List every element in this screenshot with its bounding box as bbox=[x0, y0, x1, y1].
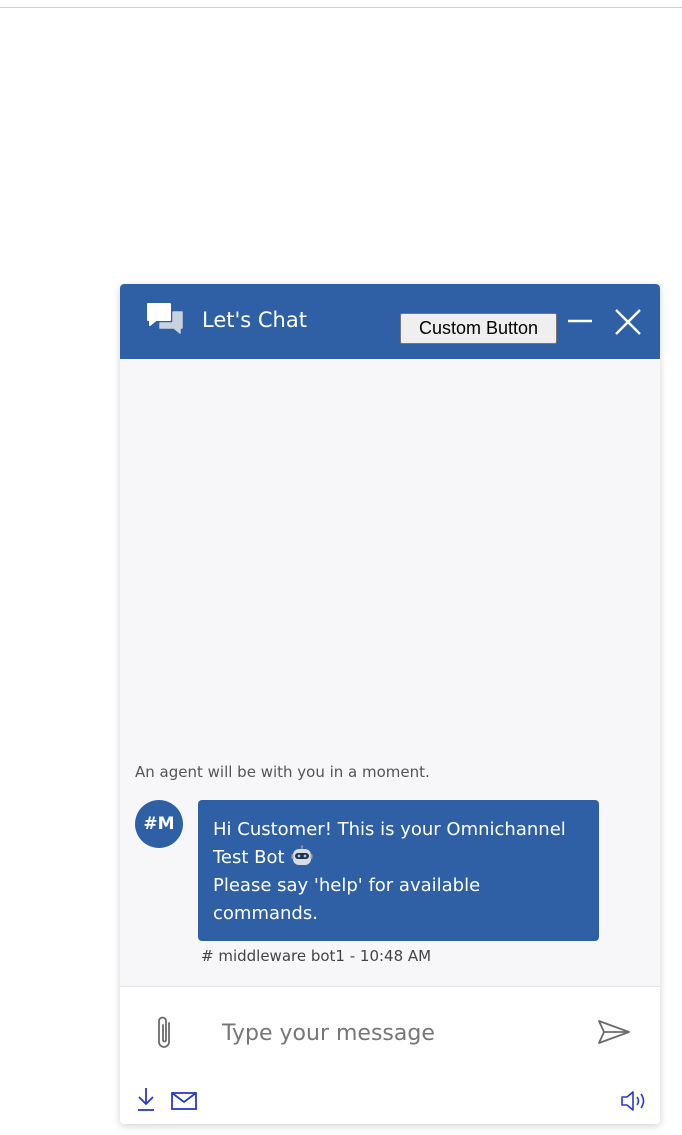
bot-message-bubble: Hi Customer! This is your Omnichannel Te… bbox=[198, 800, 599, 941]
message-line: Please say 'help' for available bbox=[213, 875, 481, 896]
custom-button[interactable]: Custom Button bbox=[400, 313, 557, 344]
chat-bubbles-icon bbox=[147, 303, 183, 334]
message-line-text: Test Bot bbox=[213, 847, 285, 868]
minimize-icon[interactable] bbox=[564, 306, 596, 336]
download-icon[interactable] bbox=[136, 1086, 156, 1112]
send-icon[interactable] bbox=[596, 1017, 632, 1047]
message-line: Hi Customer! This is your Omnichannel bbox=[213, 819, 566, 840]
message-line: Test Bot bbox=[213, 844, 584, 872]
message-line: commands. bbox=[213, 903, 318, 924]
robot-face-icon bbox=[291, 845, 313, 865]
page-divider bbox=[0, 7, 682, 8]
close-icon[interactable] bbox=[612, 306, 644, 338]
chat-title: Let's Chat bbox=[202, 308, 307, 332]
message-timestamp: # middleware bot1 - 10:48 AM bbox=[201, 947, 432, 965]
bot-avatar: #M bbox=[135, 800, 183, 848]
chat-header: Let's Chat Custom Button bbox=[120, 284, 660, 359]
message-input[interactable] bbox=[222, 1014, 572, 1052]
chat-widget: Let's Chat Custom Button An agent will b… bbox=[120, 284, 660, 1124]
message-composer bbox=[120, 986, 660, 1124]
paperclip-icon[interactable] bbox=[152, 1013, 178, 1053]
system-message: An agent will be with you in a moment. bbox=[135, 763, 430, 781]
email-icon[interactable] bbox=[170, 1091, 198, 1111]
speaker-icon[interactable] bbox=[620, 1089, 648, 1113]
message-list[interactable]: An agent will be with you in a moment. #… bbox=[120, 359, 660, 986]
